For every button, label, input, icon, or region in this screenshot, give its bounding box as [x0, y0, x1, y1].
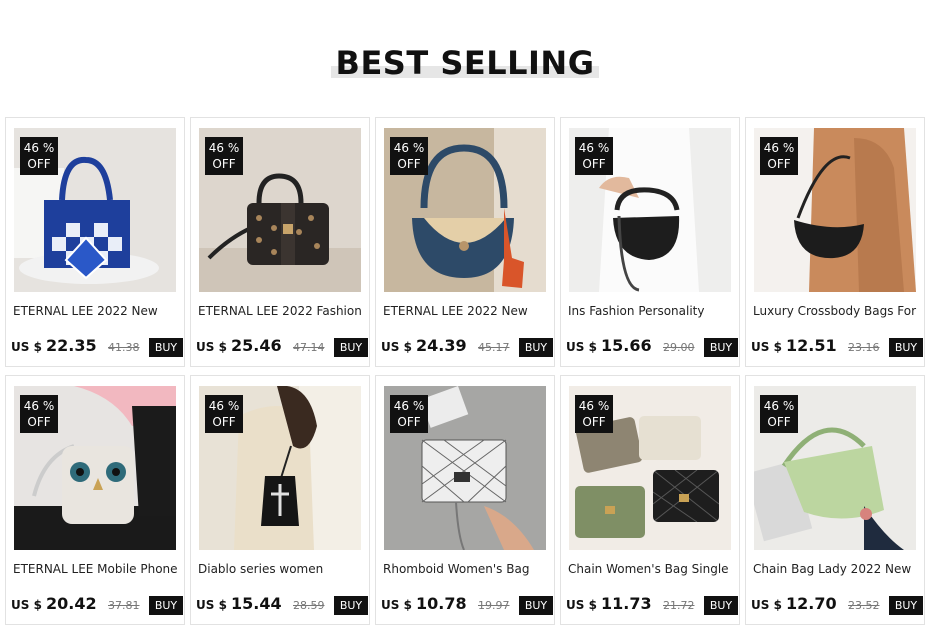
- product-card[interactable]: 46 % OFF Chain Bag Lady 2022 New US $ 12.…: [745, 375, 925, 625]
- buy-button[interactable]: BUY: [519, 338, 553, 357]
- product-name[interactable]: Rhomboid Women's Bag: [383, 562, 549, 576]
- discount-badge: 46 % OFF: [205, 395, 243, 433]
- price-row: US $ 15.66 29.00 BUY: [566, 336, 738, 358]
- page-header: BEST SELLING: [0, 0, 932, 110]
- discount-badge: 46 % OFF: [205, 137, 243, 175]
- original-price: 45.17: [478, 341, 510, 354]
- currency-label: US $: [566, 598, 597, 612]
- product-image[interactable]: 46 % OFF: [384, 386, 546, 550]
- price-row: US $ 24.39 45.17 BUY: [381, 336, 553, 358]
- discount-badge: 46 % OFF: [760, 137, 798, 175]
- original-price: 28.59: [293, 599, 325, 612]
- product-image[interactable]: 46 % OFF: [199, 128, 361, 292]
- product-card[interactable]: 46 % OFF ETERNAL LEE Mobile Phone US $ 20…: [5, 375, 185, 625]
- original-price: 19.97: [478, 599, 510, 612]
- buy-button[interactable]: BUY: [519, 596, 553, 615]
- currency-label: US $: [11, 340, 42, 354]
- product-image[interactable]: 46 % OFF: [384, 128, 546, 292]
- product-name[interactable]: ETERNAL LEE 2022 New: [383, 304, 549, 318]
- page-title: BEST SELLING: [335, 44, 595, 82]
- sale-price: 15.44: [231, 594, 282, 613]
- product-card[interactable]: 46 % OFF Rhomboid Women's Bag US $ 10.78 …: [375, 375, 555, 625]
- sale-price: 10.78: [416, 594, 467, 613]
- currency-label: US $: [11, 598, 42, 612]
- price-row: US $ 22.35 41.38 BUY: [11, 336, 183, 358]
- price-row: US $ 15.44 28.59 BUY: [196, 594, 368, 616]
- product-image[interactable]: 46 % OFF: [569, 386, 731, 550]
- price-row: US $ 12.51 23.16 BUY: [751, 336, 923, 358]
- discount-badge: 46 % OFF: [20, 395, 58, 433]
- discount-badge: 46 % OFF: [760, 395, 798, 433]
- sale-price: 25.46: [231, 336, 282, 355]
- currency-label: US $: [196, 340, 227, 354]
- product-image[interactable]: 46 % OFF: [754, 128, 916, 292]
- currency-label: US $: [751, 598, 782, 612]
- product-card[interactable]: 46 % OFF Chain Women's Bag Single US $ 11…: [560, 375, 740, 625]
- product-card[interactable]: 46 % OFF ETERNAL LEE 2022 New US $ 24.39 …: [375, 117, 555, 367]
- buy-button[interactable]: BUY: [149, 338, 183, 357]
- section-title: BEST SELLING: [331, 44, 599, 84]
- product-card[interactable]: 46 % OFF ETERNAL LEE 2022 Fashion US $ 25…: [190, 117, 370, 367]
- product-card[interactable]: 46 % OFF Ins Fashion Personality US $ 15.…: [560, 117, 740, 367]
- product-name[interactable]: Chain Women's Bag Single: [568, 562, 734, 576]
- currency-label: US $: [381, 598, 412, 612]
- discount-badge: 46 % OFF: [20, 137, 58, 175]
- price-row: US $ 25.46 47.14 BUY: [196, 336, 368, 358]
- buy-button[interactable]: BUY: [889, 338, 923, 357]
- buy-button[interactable]: BUY: [149, 596, 183, 615]
- price-row: US $ 12.70 23.52 BUY: [751, 594, 923, 616]
- product-image[interactable]: 46 % OFF: [14, 128, 176, 292]
- original-price: 23.52: [848, 599, 880, 612]
- product-card[interactable]: 46 % OFF ETERNAL LEE 2022 New US $ 22.35 …: [5, 117, 185, 367]
- buy-button[interactable]: BUY: [704, 338, 738, 357]
- product-image[interactable]: 46 % OFF: [199, 386, 361, 550]
- buy-button[interactable]: BUY: [889, 596, 923, 615]
- product-image[interactable]: 46 % OFF: [569, 128, 731, 292]
- original-price: 29.00: [663, 341, 695, 354]
- product-grid: 46 % OFF ETERNAL LEE 2022 New US $ 22.35 …: [5, 117, 925, 625]
- product-image[interactable]: 46 % OFF: [754, 386, 916, 550]
- discount-badge: 46 % OFF: [575, 395, 613, 433]
- price-row: US $ 20.42 37.81 BUY: [11, 594, 183, 616]
- buy-button[interactable]: BUY: [334, 338, 368, 357]
- original-price: 47.14: [293, 341, 325, 354]
- original-price: 37.81: [108, 599, 140, 612]
- sale-price: 20.42: [46, 594, 97, 613]
- product-name[interactable]: ETERNAL LEE Mobile Phone: [13, 562, 179, 576]
- product-name[interactable]: Chain Bag Lady 2022 New: [753, 562, 919, 576]
- sale-price: 11.73: [601, 594, 652, 613]
- sale-price: 15.66: [601, 336, 652, 355]
- price-row: US $ 11.73 21.72 BUY: [566, 594, 738, 616]
- discount-badge: 46 % OFF: [390, 137, 428, 175]
- product-name[interactable]: ETERNAL LEE 2022 Fashion: [198, 304, 364, 318]
- buy-button[interactable]: BUY: [704, 596, 738, 615]
- original-price: 21.72: [663, 599, 695, 612]
- product-name[interactable]: Diablo series women: [198, 562, 364, 576]
- product-name[interactable]: Ins Fashion Personality: [568, 304, 734, 318]
- currency-label: US $: [566, 340, 597, 354]
- original-price: 41.38: [108, 341, 140, 354]
- product-name[interactable]: ETERNAL LEE 2022 New: [13, 304, 179, 318]
- currency-label: US $: [751, 340, 782, 354]
- discount-badge: 46 % OFF: [390, 395, 428, 433]
- product-image[interactable]: 46 % OFF: [14, 386, 176, 550]
- buy-button[interactable]: BUY: [334, 596, 368, 615]
- product-card[interactable]: 46 % OFF Luxury Crossbody Bags For US $ 1…: [745, 117, 925, 367]
- sale-price: 12.51: [786, 336, 837, 355]
- sale-price: 12.70: [786, 594, 837, 613]
- discount-badge: 46 % OFF: [575, 137, 613, 175]
- sale-price: 24.39: [416, 336, 467, 355]
- currency-label: US $: [381, 340, 412, 354]
- price-row: US $ 10.78 19.97 BUY: [381, 594, 553, 616]
- sale-price: 22.35: [46, 336, 97, 355]
- product-name[interactable]: Luxury Crossbody Bags For: [753, 304, 919, 318]
- original-price: 23.16: [848, 341, 880, 354]
- currency-label: US $: [196, 598, 227, 612]
- product-card[interactable]: 46 % OFF Diablo series women US $ 15.44 2…: [190, 375, 370, 625]
